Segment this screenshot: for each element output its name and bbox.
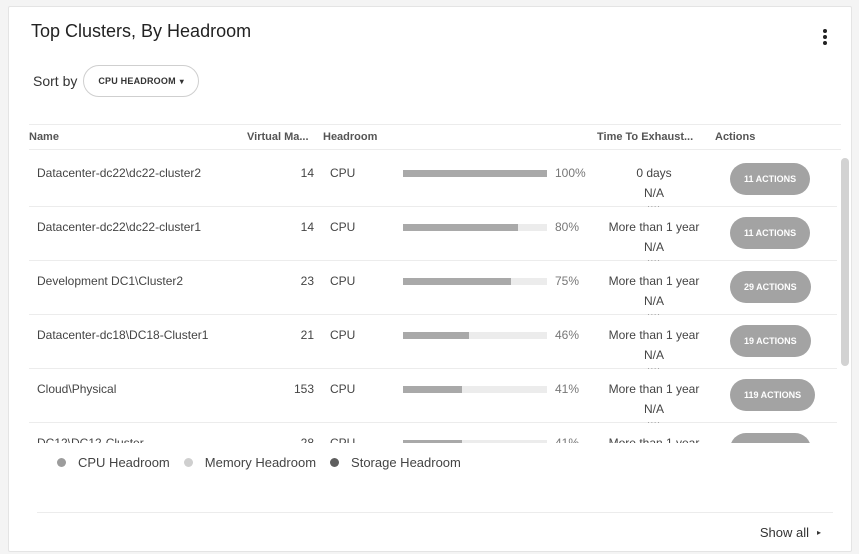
- headroom-type: CPU: [330, 382, 356, 396]
- sort-by-control: Sort by CPU HEADROOM ▾: [33, 65, 199, 97]
- legend-dot-icon: [330, 458, 340, 467]
- headroom-bar: [403, 440, 547, 443]
- virtual-machine-count: 28: [300, 436, 314, 443]
- headroom-bar: [403, 170, 547, 177]
- headroom-bar: [403, 332, 547, 339]
- virtual-machine-count: 14: [300, 220, 314, 234]
- actions-button[interactable]: 29 ACTIONS: [730, 271, 811, 303]
- time-to-exhaustion-secondary: N/A: [643, 186, 664, 200]
- cluster-name[interactable]: Datacenter-dc18\DC18-Cluster1: [37, 328, 208, 342]
- legend: CPU Headroom Memory Headroom Storage Hea…: [57, 455, 475, 470]
- time-to-exhaustion: More than 1 year: [608, 274, 700, 288]
- headroom-percent: 46%: [555, 328, 580, 342]
- chevron-right-icon: ▸: [816, 528, 821, 537]
- table-row[interactable]: DC12\DC12-Cluster 28 CPU 41% More than 1 yea…: [29, 422, 837, 443]
- legend-item-memory[interactable]: Memory Headroom: [183, 455, 317, 470]
- actions-button[interactable]: 119 ACTIONS: [730, 379, 816, 411]
- caret-down-icon: ▾: [179, 76, 184, 86]
- headroom-percent: 100%: [555, 166, 586, 180]
- legend-label: CPU Headroom: [78, 455, 170, 470]
- headroom-type: CPU: [330, 328, 356, 342]
- headroom-percent: 41%: [555, 436, 580, 443]
- headroom-bar: [403, 278, 547, 285]
- sort-dropdown-value: CPU HEADROOM: [98, 76, 176, 86]
- virtual-machine-count: 23: [300, 274, 314, 288]
- actions-button[interactable]: 11 ACTIONS: [730, 163, 811, 195]
- headroom-bar: [403, 386, 547, 393]
- cluster-name[interactable]: Datacenter-dc22\dc22-cluster2: [37, 166, 201, 180]
- table-row[interactable]: Cloud\Physical 153 CPU 41% More than 1 year N…: [29, 368, 837, 425]
- headroom-percent: 41%: [555, 382, 580, 396]
- table-row[interactable]: Datacenter-dc18\DC18-Cluster1 21 CPU 46% Mor…: [29, 314, 837, 371]
- table-header: Name Virtual Ma... Headroom Time To Exha…: [29, 124, 841, 150]
- headroom-type: CPU: [330, 436, 356, 443]
- legend-dot-icon: [183, 458, 193, 467]
- legend-label: Memory Headroom: [204, 455, 317, 470]
- headroom-bar-fill: [403, 440, 463, 443]
- headroom-bar-fill: [403, 170, 547, 177]
- headroom-bar: [403, 224, 547, 231]
- time-to-exhaustion-secondary: N/A: [643, 294, 664, 308]
- headroom-percent: 80%: [555, 220, 580, 234]
- table-row[interactable]: Datacenter-dc22\dc22-cluster2 14 CPU 100% 0 …: [29, 152, 837, 209]
- time-to-exhaustion: 0 days: [636, 166, 672, 180]
- column-header-virtual-machines[interactable]: Virtual Ma...: [247, 131, 309, 143]
- widget-title: Top Clusters, By Headroom: [31, 21, 252, 41]
- table-row[interactable]: Datacenter-dc22\dc22-cluster1 14 CPU 80% Mor…: [29, 206, 837, 263]
- headroom-bar-fill: [403, 386, 463, 393]
- virtual-machine-count: 14: [300, 166, 314, 180]
- virtual-machine-count: 21: [300, 328, 314, 342]
- footer-divider: [37, 512, 833, 513]
- show-all-label: Show all: [759, 525, 809, 540]
- sort-dropdown[interactable]: CPU HEADROOM ▾: [83, 65, 199, 97]
- actions-button[interactable]: 19 ACTIONS: [730, 433, 811, 443]
- headroom-type: CPU: [330, 220, 356, 234]
- table-row[interactable]: Development DC1\Cluster2 23 CPU 75% More tha…: [29, 260, 837, 317]
- cluster-name[interactable]: Development DC1\Cluster2: [37, 274, 183, 288]
- column-header-time-to-exhaustion[interactable]: Time To Exhaust...: [597, 131, 693, 143]
- actions-button[interactable]: 19 ACTIONS: [730, 325, 811, 357]
- column-header-actions[interactable]: Actions: [715, 131, 755, 143]
- more-options-icon[interactable]: [823, 29, 827, 45]
- sort-by-label: Sort by: [33, 73, 78, 89]
- time-to-exhaustion: More than 1 year: [608, 328, 700, 342]
- legend-item-cpu[interactable]: CPU Headroom: [57, 455, 170, 470]
- column-header-name[interactable]: Name: [29, 131, 59, 143]
- time-to-exhaustion: More than 1 year: [608, 382, 700, 396]
- legend-dot-icon: [57, 458, 66, 467]
- headroom-bar-fill: [403, 278, 511, 285]
- time-to-exhaustion-secondary: N/A: [643, 348, 664, 362]
- time-to-exhaustion: More than 1 year: [608, 436, 700, 443]
- time-to-exhaustion-secondary: N/A: [643, 240, 664, 254]
- headroom-bar-fill: [403, 332, 470, 339]
- cluster-name[interactable]: Datacenter-dc22\dc22-cluster1: [37, 220, 201, 234]
- time-to-exhaustion: More than 1 year: [608, 220, 700, 234]
- top-clusters-widget: Top Clusters, By Headroom Sort by CPU HE…: [8, 6, 852, 552]
- actions-button[interactable]: 11 ACTIONS: [730, 217, 811, 249]
- legend-item-storage[interactable]: Storage Headroom: [330, 455, 461, 470]
- column-header-headroom[interactable]: Headroom: [323, 131, 377, 143]
- headroom-percent: 75%: [555, 274, 580, 288]
- headroom-bar-fill: [403, 224, 519, 231]
- cluster-name[interactable]: Cloud\Physical: [37, 382, 116, 396]
- headroom-type: CPU: [330, 166, 356, 180]
- time-to-exhaustion-secondary: N/A: [643, 402, 664, 416]
- cluster-name[interactable]: DC12\DC12-Cluster: [37, 436, 144, 443]
- legend-label: Storage Headroom: [351, 455, 461, 470]
- headroom-type: CPU: [330, 274, 356, 288]
- show-all-link[interactable]: Show all ▸: [760, 525, 821, 540]
- cluster-list[interactable]: Datacenter-dc22\dc22-cluster2 14 CPU 100% 0 …: [29, 152, 837, 443]
- virtual-machine-count: 153: [293, 382, 314, 396]
- scrollbar[interactable]: [841, 158, 849, 366]
